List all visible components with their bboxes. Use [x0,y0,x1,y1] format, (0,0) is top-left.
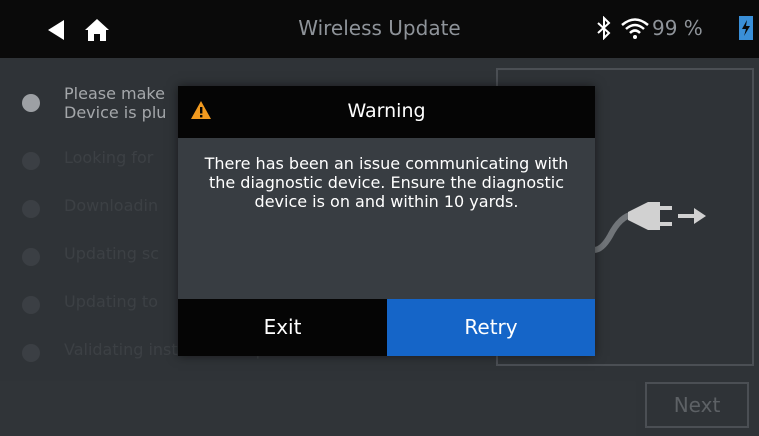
dialog-header: Warning [178,86,595,138]
top-bar: Wireless Update 99 % [0,0,759,58]
bluetooth-icon [597,16,611,40]
screen: Wireless Update 99 % Please make Device … [0,0,759,436]
dialog-title: Warning [347,100,426,122]
warning-dialog: Warning There has been an issue communic… [178,86,595,356]
retry-button[interactable]: Retry [387,299,595,356]
battery-charging-icon [739,16,753,40]
exit-button[interactable]: Exit [178,299,387,356]
wifi-icon [621,18,649,39]
dialog-message: There has been an issue communicating wi… [204,154,569,211]
battery-level: 99 % [652,16,703,40]
